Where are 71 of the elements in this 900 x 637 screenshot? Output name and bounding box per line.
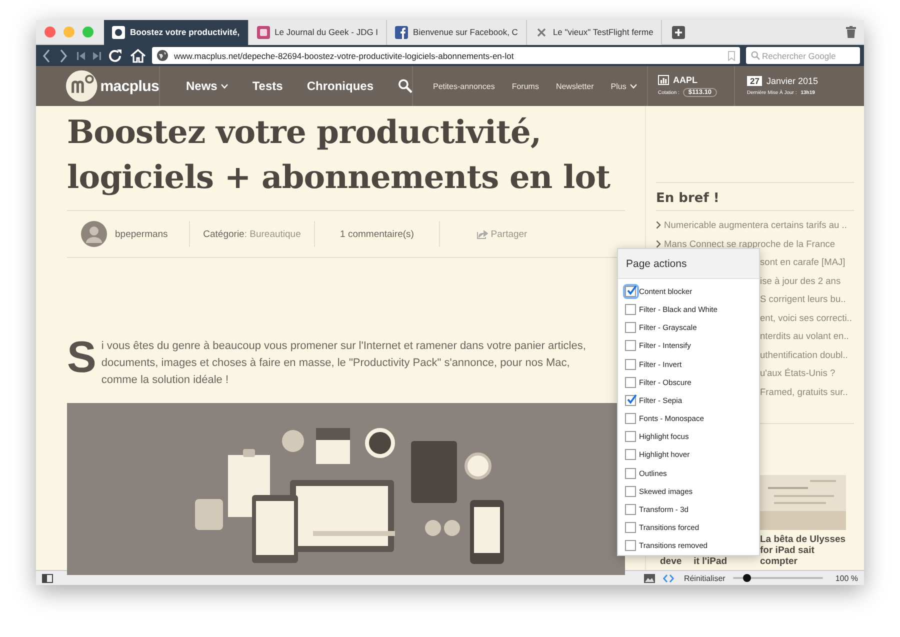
browser-tab[interactable]: Le "vieux" TestFlight ferme — [526, 20, 662, 44]
browser-tab[interactable]: Boostez votre productivité, — [104, 20, 249, 44]
nav-link[interactable]: News — [186, 79, 228, 93]
site-logo[interactable]: macplus — [100, 78, 159, 94]
nav-link[interactable]: Tests — [252, 79, 283, 93]
window-control-icon[interactable] — [44, 26, 56, 38]
checkbox[interactable] — [625, 376, 636, 388]
checkbox[interactable] — [625, 486, 636, 497]
checkbox[interactable] — [625, 504, 636, 516]
date-day: 27 — [747, 76, 762, 86]
intro-paragraph: i vous êtes du genre à beaucoup vous promener sur l'Internet et ramener dans votre panier articles, documents, images et choses à faire en masse, le "Productivity Pack" s'annonce, pour nos Mac, comme la solution idéale ! — [101, 340, 586, 386]
search-icon[interactable] — [398, 78, 412, 94]
chevron-icon — [656, 221, 661, 230]
category-label: Catégorie — [203, 228, 244, 240]
forward-icon[interactable] — [58, 48, 70, 64]
browser-tab[interactable]: Bienvenue sur Facebook, C — [387, 20, 527, 44]
share-icon — [476, 229, 488, 239]
browser-tab[interactable]: Le Journal du Geek - JDG I — [248, 20, 388, 44]
reset-button[interactable]: Réinitialiser — [684, 574, 726, 582]
new-tab-icon[interactable] — [672, 26, 686, 38]
home-icon[interactable] — [130, 48, 146, 64]
checkbox[interactable] — [625, 322, 636, 334]
comments-link[interactable]: 1 commentaire(s) — [340, 228, 414, 240]
stock-symbol: AAPL — [673, 75, 698, 85]
facebook-icon — [395, 26, 408, 38]
checkbox[interactable] — [625, 449, 636, 460]
checkbox[interactable] — [625, 304, 636, 315]
drop-cap: S — [67, 341, 96, 375]
section-heading: En bref ! — [656, 183, 854, 211]
card-title[interactable]: it l'iPad — [694, 556, 728, 567]
chart-icon — [658, 75, 669, 85]
checkbox[interactable] — [625, 468, 636, 479]
code-icon[interactable] — [662, 574, 674, 582]
checkbox[interactable] — [625, 286, 636, 297]
nav-link[interactable]: Chroniques — [306, 79, 374, 93]
back-icon[interactable] — [40, 48, 52, 64]
article-title: logiciels + abonnements en lot — [67, 157, 612, 198]
chevron-icon — [656, 240, 661, 248]
nav-link[interactable]: Forums — [512, 82, 539, 90]
nav-link[interactable]: Petites-annonces — [433, 82, 495, 90]
checkbox[interactable] — [625, 522, 636, 534]
globe-icon — [157, 50, 168, 61]
article-title: Boostez votre productivité, — [67, 112, 542, 153]
checkbox[interactable] — [625, 358, 636, 370]
popup-title: Page actions — [618, 249, 759, 280]
avatar — [81, 221, 107, 247]
author-name[interactable]: bpepermans — [115, 228, 168, 240]
window-control-icon[interactable] — [82, 26, 94, 38]
reload-icon[interactable] — [108, 48, 124, 64]
nav-link[interactable]: Plus — [610, 82, 638, 90]
close-icon — [534, 26, 548, 38]
image-icon[interactable] — [644, 574, 655, 582]
checkbox[interactable] — [625, 394, 636, 406]
search-icon — [751, 51, 760, 60]
trash-icon[interactable] — [846, 26, 856, 38]
sidebar-toggle-icon[interactable] — [42, 574, 53, 582]
bookmark-icon — [728, 50, 735, 60]
site-icon — [256, 26, 270, 38]
date-month: Janvier 2015 — [766, 76, 818, 86]
site-icon — [112, 26, 125, 38]
logo-icon — [65, 69, 98, 103]
zoom-reading: 100 % — [835, 574, 858, 582]
checkbox[interactable] — [625, 413, 636, 424]
checkbox[interactable] — [625, 340, 636, 352]
checkbox[interactable] — [625, 540, 636, 552]
checkbox[interactable] — [625, 431, 636, 442]
address-field[interactable]: www.macplus.net/depeche-82694-boostez-votre-productivite-logiciels-abonnements-en-lot — [152, 47, 740, 64]
nav-link[interactable]: Newsletter — [556, 82, 594, 90]
card-title[interactable]: La bêta de Ulysses for iPad sait compter — [760, 534, 854, 567]
search-field[interactable]: Rechercher Google — [746, 47, 860, 64]
card-title[interactable]: deve — [660, 556, 682, 567]
